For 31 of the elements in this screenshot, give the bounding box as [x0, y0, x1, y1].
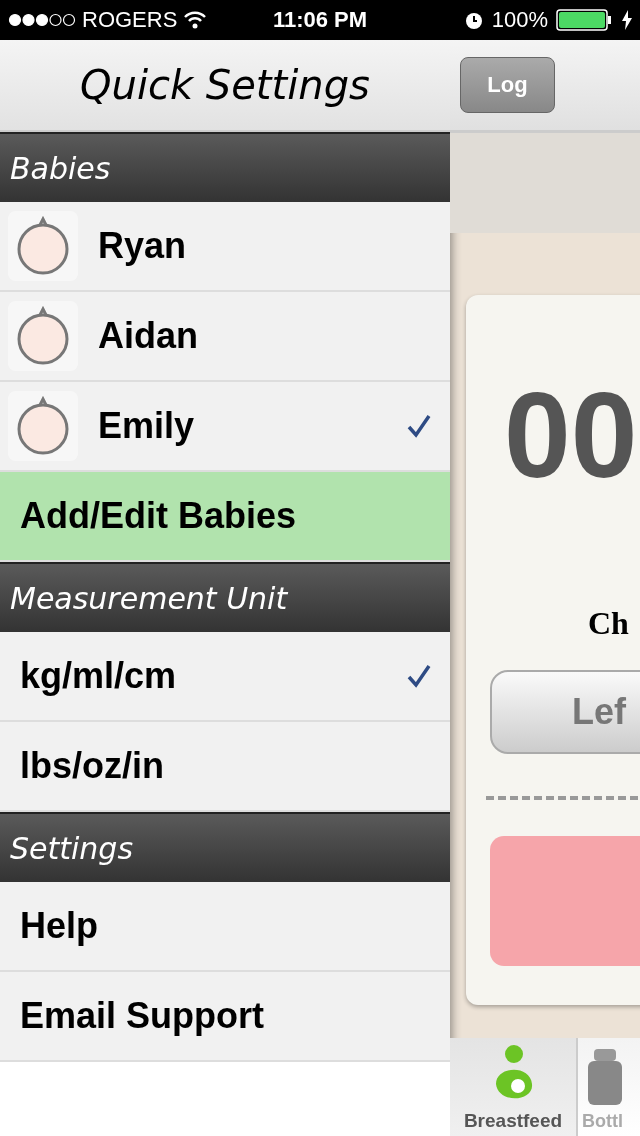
caption-text: Ch: [588, 605, 630, 642]
charging-icon: [622, 10, 632, 30]
unit-row[interactable]: kg/ml/cm: [0, 632, 450, 722]
add-edit-row[interactable]: Add/Edit Babies: [0, 472, 450, 562]
baby-row[interactable]: Ryan: [0, 202, 450, 292]
section-header: Measurement Unit: [0, 562, 450, 632]
baby-name: Emily: [98, 405, 195, 447]
baby-name: Aidan: [98, 315, 198, 357]
row-label: Email Support: [20, 995, 265, 1037]
row-label: kg/ml/cm: [20, 655, 177, 697]
baby-row[interactable]: Emily: [0, 382, 450, 472]
sidebar-title: Quick Settings: [80, 62, 370, 108]
tab[interactable]: Breastfeed: [450, 1038, 576, 1136]
baby-name: Ryan: [98, 225, 187, 267]
battery-percent: 100%: [491, 7, 548, 33]
section-header: Babies: [0, 132, 450, 202]
unit-row[interactable]: lbs/oz/in: [0, 722, 450, 812]
section-header: Settings: [0, 812, 450, 882]
row-label: Add/Edit Babies: [20, 495, 297, 537]
settings-row[interactable]: Email Support: [0, 972, 450, 1062]
row-label: Help: [20, 905, 98, 947]
carrier-name: ROGERS: [82, 7, 178, 33]
clock-time: 11:06 PM: [272, 7, 368, 33]
battery-icon: [556, 9, 614, 31]
signal-icon: [8, 13, 76, 27]
settings-row[interactable]: Help: [0, 882, 450, 972]
wifi-icon: [183, 11, 208, 29]
timer-digits: 00: [504, 375, 639, 495]
alarm-icon: [463, 10, 484, 30]
row-label: lbs/oz/in: [20, 745, 164, 787]
baby-row[interactable]: Aidan: [0, 292, 450, 382]
